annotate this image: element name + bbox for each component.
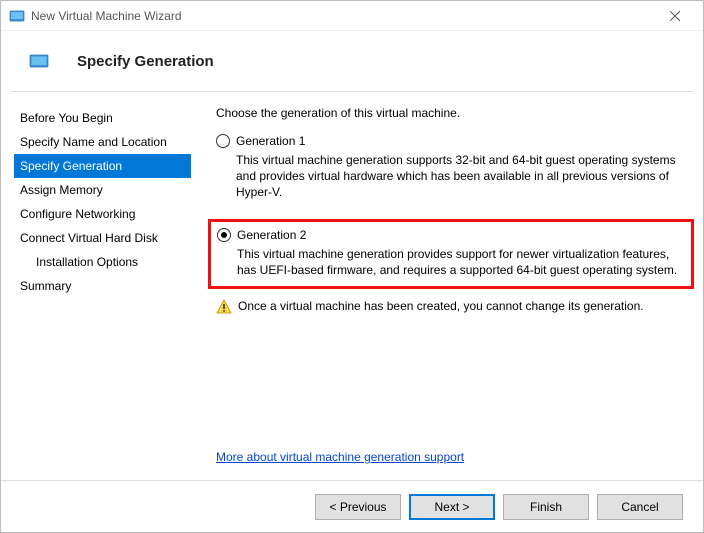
step-before-you-begin[interactable]: Before You Begin <box>14 106 191 130</box>
radio-icon <box>217 228 231 242</box>
more-info-link[interactable]: More about virtual machine generation su… <box>216 450 688 464</box>
generation-2-description: This virtual machine generation provides… <box>237 246 683 278</box>
radio-icon <box>216 134 230 148</box>
window-title: New Virtual Machine Wizard <box>31 9 655 23</box>
generation-1-label: Generation 1 <box>236 134 305 148</box>
wizard-header: Specify Generation <box>1 31 703 91</box>
step-configure-networking[interactable]: Configure Networking <box>14 202 191 226</box>
close-icon <box>670 11 680 21</box>
next-button[interactable]: Next > <box>409 494 495 520</box>
highlighted-selection: Generation 2 This virtual machine genera… <box>208 219 694 289</box>
step-specify-generation[interactable]: Specify Generation <box>14 154 191 178</box>
generation-1-description: This virtual machine generation supports… <box>236 152 688 201</box>
instruction-text: Choose the generation of this virtual ma… <box>216 106 688 120</box>
step-specify-name[interactable]: Specify Name and Location <box>14 130 191 154</box>
wizard-window: New Virtual Machine Wizard Specify Gener… <box>0 0 704 533</box>
close-button[interactable] <box>655 2 695 30</box>
page-title: Specify Generation <box>77 53 214 70</box>
wizard-content: Choose the generation of this virtual ma… <box>191 92 703 480</box>
wizard-steps: Before You Begin Specify Name and Locati… <box>1 92 191 480</box>
generation-1-option[interactable]: Generation 1 This virtual machine genera… <box>216 134 688 211</box>
step-connect-disk[interactable]: Connect Virtual Hard Disk <box>14 226 191 250</box>
header-icon <box>29 53 49 69</box>
finish-button[interactable]: Finish <box>503 494 589 520</box>
cancel-button[interactable]: Cancel <box>597 494 683 520</box>
warning-icon <box>216 299 232 315</box>
generation-2-option[interactable]: Generation 2 This virtual machine genera… <box>217 228 683 278</box>
generation-2-label: Generation 2 <box>237 228 306 242</box>
wizard-footer: < Previous Next > Finish Cancel <box>1 480 703 532</box>
previous-button[interactable]: < Previous <box>315 494 401 520</box>
step-installation-options[interactable]: Installation Options <box>14 250 191 274</box>
warning: Once a virtual machine has been created,… <box>216 299 688 315</box>
app-icon <box>9 8 25 24</box>
step-summary[interactable]: Summary <box>14 274 191 298</box>
step-assign-memory[interactable]: Assign Memory <box>14 178 191 202</box>
wizard-body: Before You Begin Specify Name and Locati… <box>1 92 703 480</box>
titlebar: New Virtual Machine Wizard <box>1 1 703 31</box>
warning-text: Once a virtual machine has been created,… <box>238 299 644 313</box>
